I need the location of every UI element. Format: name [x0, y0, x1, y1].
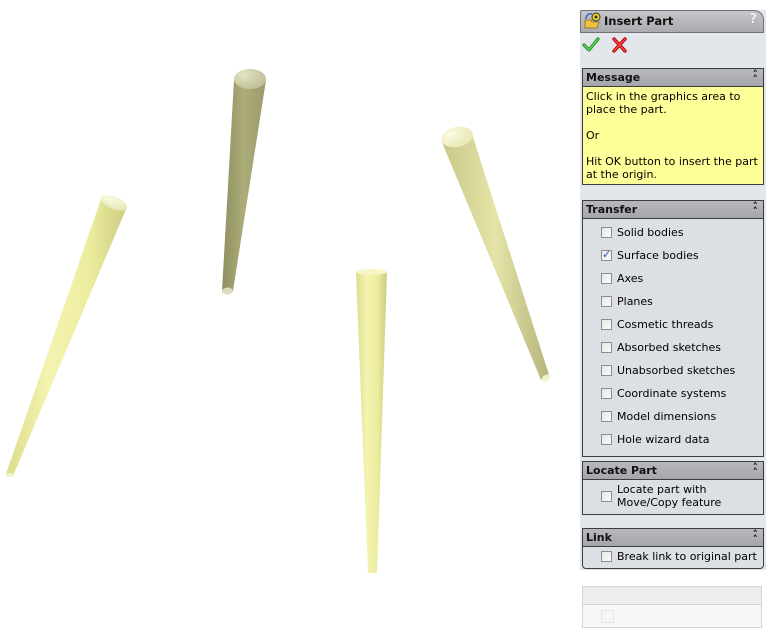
double-chevron-up-icon[interactable]: ˄ ˄: [753, 69, 759, 85]
checkbox[interactable]: [601, 319, 612, 330]
graphics-area[interactable]: [0, 0, 578, 628]
option-absorbed-sketches[interactable]: Absorbed sketches: [583, 338, 763, 361]
panel-title: Insert Part: [604, 14, 674, 28]
message-line-3: Hit OK button to insert the part at the …: [586, 155, 758, 181]
message-line-1: Click in the graphics area to place the …: [586, 90, 741, 116]
locate-part-group: Locate Part ˄ ˄ Locate part with Move/Cop…: [582, 461, 764, 515]
checkbox[interactable]: [601, 273, 612, 284]
option-label: Hole wizard data: [617, 433, 710, 446]
insert-part-icon: [584, 12, 602, 30]
option-hole-wizard-data[interactable]: Hole wizard data: [583, 430, 763, 453]
checkbox[interactable]: [601, 491, 612, 502]
graphics-canvas: [5, 69, 552, 573]
option-break-link[interactable]: Break link to original part: [583, 548, 763, 568]
transfer-group-title: Transfer: [586, 203, 638, 216]
checkbox[interactable]: [601, 411, 612, 422]
panel-titlebar: Insert Part ?: [580, 10, 764, 33]
option-coordinate-systems[interactable]: Coordinate systems: [583, 384, 763, 407]
option-label: Planes: [617, 295, 653, 308]
option-axes[interactable]: Axes: [583, 269, 763, 292]
property-manager-panel: Insert Part ? Message ˄ ˄ Click in the gr…: [578, 0, 770, 628]
link-options: Break link to original part: [583, 547, 763, 568]
double-chevron-up-icon[interactable]: ˄ ˄: [753, 201, 759, 217]
option-planes[interactable]: Planes: [583, 292, 763, 315]
message-group: Message ˄ ˄ Click in the graphics area to…: [582, 68, 764, 185]
option-label-line-1: Locate part with: [617, 483, 707, 496]
option-label-line-2: Move/Copy feature: [617, 496, 722, 509]
option-label: Solid bodies: [617, 226, 684, 239]
option-cosmetic-threads[interactable]: Cosmetic threads: [583, 315, 763, 338]
checkbox[interactable]: [601, 551, 612, 562]
checkbox[interactable]: [601, 388, 612, 399]
checkbox[interactable]: [601, 227, 612, 238]
option-label: Cosmetic threads: [617, 318, 714, 331]
option-label: Absorbed sketches: [617, 341, 722, 354]
option-label: Coordinate systems: [617, 387, 727, 400]
option-label: Locate part with Move/Copy feature: [617, 483, 721, 509]
option-label: Axes: [617, 272, 644, 285]
red-x-icon: [611, 37, 627, 53]
green-checkmark-icon: [582, 37, 600, 52]
message-group-title: Message: [586, 71, 641, 84]
link-group-header[interactable]: Link ˄ ˄: [583, 529, 763, 547]
locate-part-group-header[interactable]: Locate Part ˄ ˄: [583, 462, 763, 480]
cancel-button[interactable]: [610, 36, 630, 56]
transfer-options: Solid bodies Surface bodies Axes Planes …: [583, 219, 763, 456]
message-group-header[interactable]: Message ˄ ˄: [583, 69, 763, 87]
checkbox[interactable]: [601, 342, 612, 353]
option-model-dimensions[interactable]: Model dimensions: [583, 407, 763, 430]
link-group: Link ˄ ˄ Break link to original part: [582, 528, 764, 569]
cone-body-2[interactable]: [222, 69, 266, 295]
transfer-group: Transfer ˄˄ Solid bodies Surface bodies …: [582, 200, 764, 457]
option-label: Unabsorbed sketches: [617, 364, 736, 377]
message-box: Click in the graphics area to place the …: [583, 87, 763, 184]
option-label: Break link to original part: [617, 550, 757, 563]
option-label: Model dimensions: [617, 410, 717, 423]
cone-body-3[interactable]: [356, 269, 387, 573]
double-chevron-up-icon[interactable]: ˄ ˄: [753, 462, 759, 478]
link-group-title: Link: [586, 531, 612, 544]
cone-body-4[interactable]: [439, 124, 552, 383]
option-solid-bodies[interactable]: Solid bodies: [583, 223, 763, 246]
checkbox[interactable]: [601, 434, 612, 445]
option-label: Surface bodies: [617, 249, 699, 262]
cone-body-1[interactable]: [5, 192, 130, 477]
locate-part-group-title: Locate Part: [586, 464, 657, 477]
checkbox[interactable]: [601, 248, 612, 261]
transfer-group-header[interactable]: Transfer ˄ ˄: [583, 201, 763, 219]
panel-reflection: [582, 570, 762, 628]
checkbox[interactable]: [601, 365, 612, 376]
message-line-2: Or: [586, 129, 600, 142]
checkbox[interactable]: [601, 296, 612, 307]
double-chevron-up-icon[interactable]: ˄ ˄: [753, 529, 759, 545]
option-unabsorbed-sketches[interactable]: Unabsorbed sketches: [583, 361, 763, 384]
option-surface-bodies[interactable]: Surface bodies: [583, 246, 763, 269]
help-icon[interactable]: ?: [749, 12, 757, 27]
ok-cancel-bar: [582, 36, 634, 56]
option-locate-with-move-copy[interactable]: Locate part with Move/Copy feature: [583, 482, 763, 510]
locate-part-options: Locate part with Move/Copy feature: [583, 480, 763, 514]
ok-button[interactable]: [582, 36, 602, 56]
